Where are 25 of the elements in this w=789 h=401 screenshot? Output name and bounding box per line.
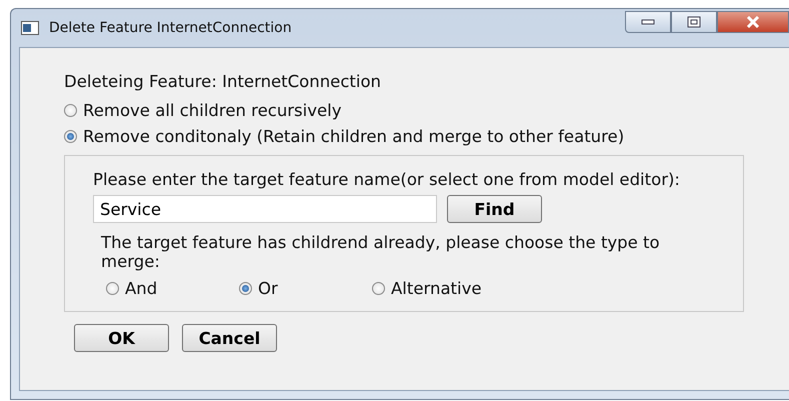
target-name-field[interactable]: Service: [93, 195, 437, 223]
radio-option[interactable]: Remove conditonaly (Retain children and merge to other feature): [64, 123, 789, 149]
radio-circle[interactable]: [106, 282, 119, 294]
maximize-icon: [687, 16, 701, 28]
find-button[interactable]: Find: [447, 195, 542, 223]
radio-option[interactable]: Remove all children recursively: [64, 97, 789, 123]
merge-prompt: The target feature has childrend already, please choose the type to merge:: [101, 233, 661, 271]
radio-option[interactable]: And: [106, 275, 239, 301]
maximize-button[interactable]: [671, 11, 717, 33]
radio-option[interactable]: Or: [239, 275, 372, 301]
minimize-button[interactable]: [625, 11, 671, 33]
radio-option[interactable]: Alternative: [372, 275, 505, 301]
radio-circle[interactable]: [239, 282, 252, 294]
close-icon: [746, 16, 760, 28]
radio-circle[interactable]: [372, 282, 385, 294]
close-button[interactable]: [717, 11, 789, 33]
radio-circle[interactable]: [64, 104, 77, 116]
radio-circle[interactable]: [64, 130, 77, 142]
ok-button[interactable]: OK: [74, 324, 169, 352]
target-label: Please enter the target feature name(or select one from model editor):: [93, 170, 681, 189]
dialog-heading: Deleteing Feature: InternetConnection: [64, 72, 382, 91]
minimize-icon: [641, 19, 655, 25]
window-icon: [21, 21, 39, 35]
window-title: Delete Feature InternetConnection: [49, 20, 292, 36]
cancel-button[interactable]: Cancel: [182, 324, 277, 352]
